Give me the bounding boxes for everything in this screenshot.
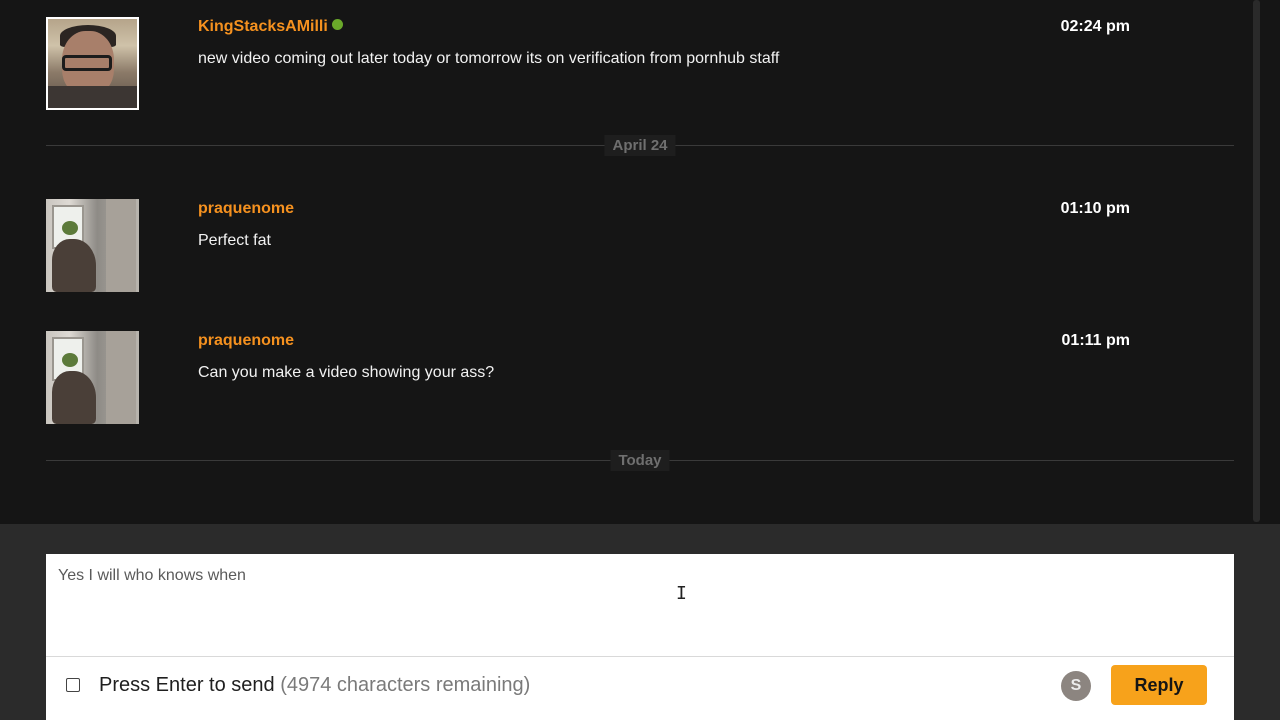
enter-to-send-text: Press Enter to send bbox=[99, 674, 275, 696]
avatar[interactable] bbox=[46, 17, 139, 110]
online-status-icon bbox=[331, 19, 343, 30]
date-divider: Today bbox=[46, 448, 1234, 472]
message-thread: KingStacksAMilli new video coming out la… bbox=[0, 0, 1252, 524]
date-divider-label: April 24 bbox=[604, 135, 676, 156]
user-initial-badge[interactable]: S bbox=[1061, 671, 1091, 701]
avatar-figure bbox=[52, 239, 96, 292]
text-cursor-icon: I bbox=[676, 583, 687, 604]
composer-box: Yes I will who knows when I Press Enter … bbox=[46, 554, 1234, 720]
username-text[interactable]: KingStacksAMilli bbox=[198, 18, 328, 35]
message-item: praquenome Perfect fat 01:10 pm bbox=[46, 199, 1136, 293]
reply-textarea[interactable]: Yes I will who knows when bbox=[46, 554, 1234, 656]
message-item: KingStacksAMilli new video coming out la… bbox=[46, 17, 1136, 111]
avatar-plant bbox=[62, 353, 78, 367]
scrollbar[interactable] bbox=[1253, 0, 1260, 522]
reply-button[interactable]: Reply bbox=[1111, 665, 1207, 705]
message-thread-page: KingStacksAMilli new video coming out la… bbox=[0, 0, 1280, 720]
date-divider: April 24 bbox=[46, 133, 1234, 157]
avatar-figure bbox=[52, 371, 96, 424]
characters-remaining: (4974 characters remaining) bbox=[280, 674, 531, 696]
avatar[interactable] bbox=[46, 331, 139, 424]
enter-to-send-checkbox[interactable] bbox=[66, 678, 80, 692]
message-text: Can you make a video showing your ass? bbox=[198, 364, 495, 381]
avatar-plant bbox=[62, 221, 78, 235]
message-text: new video coming out later today or tomo… bbox=[198, 50, 780, 67]
avatar-door bbox=[106, 199, 136, 292]
avatar[interactable] bbox=[46, 199, 139, 292]
message-item: praquenome Can you make a video showing … bbox=[46, 331, 1136, 425]
avatar-door bbox=[106, 331, 136, 424]
message-username[interactable]: praquenome bbox=[198, 332, 294, 350]
message-time: 01:10 pm bbox=[1060, 200, 1130, 217]
avatar-shirt bbox=[48, 86, 137, 108]
message-time: 01:11 pm bbox=[1061, 332, 1130, 349]
message-username[interactable]: praquenome bbox=[198, 200, 294, 218]
avatar-glasses bbox=[62, 55, 112, 71]
date-divider-label: Today bbox=[610, 450, 670, 471]
enter-to-send-label: Press Enter to send (4974 characters rem… bbox=[99, 674, 530, 697]
message-username[interactable]: KingStacksAMilli bbox=[198, 18, 343, 36]
reply-composer: Yes I will who knows when I Press Enter … bbox=[0, 524, 1280, 720]
message-time: 02:24 pm bbox=[1060, 18, 1130, 35]
message-text: Perfect fat bbox=[198, 232, 271, 249]
composer-footer: Press Enter to send (4974 characters rem… bbox=[46, 656, 1234, 720]
